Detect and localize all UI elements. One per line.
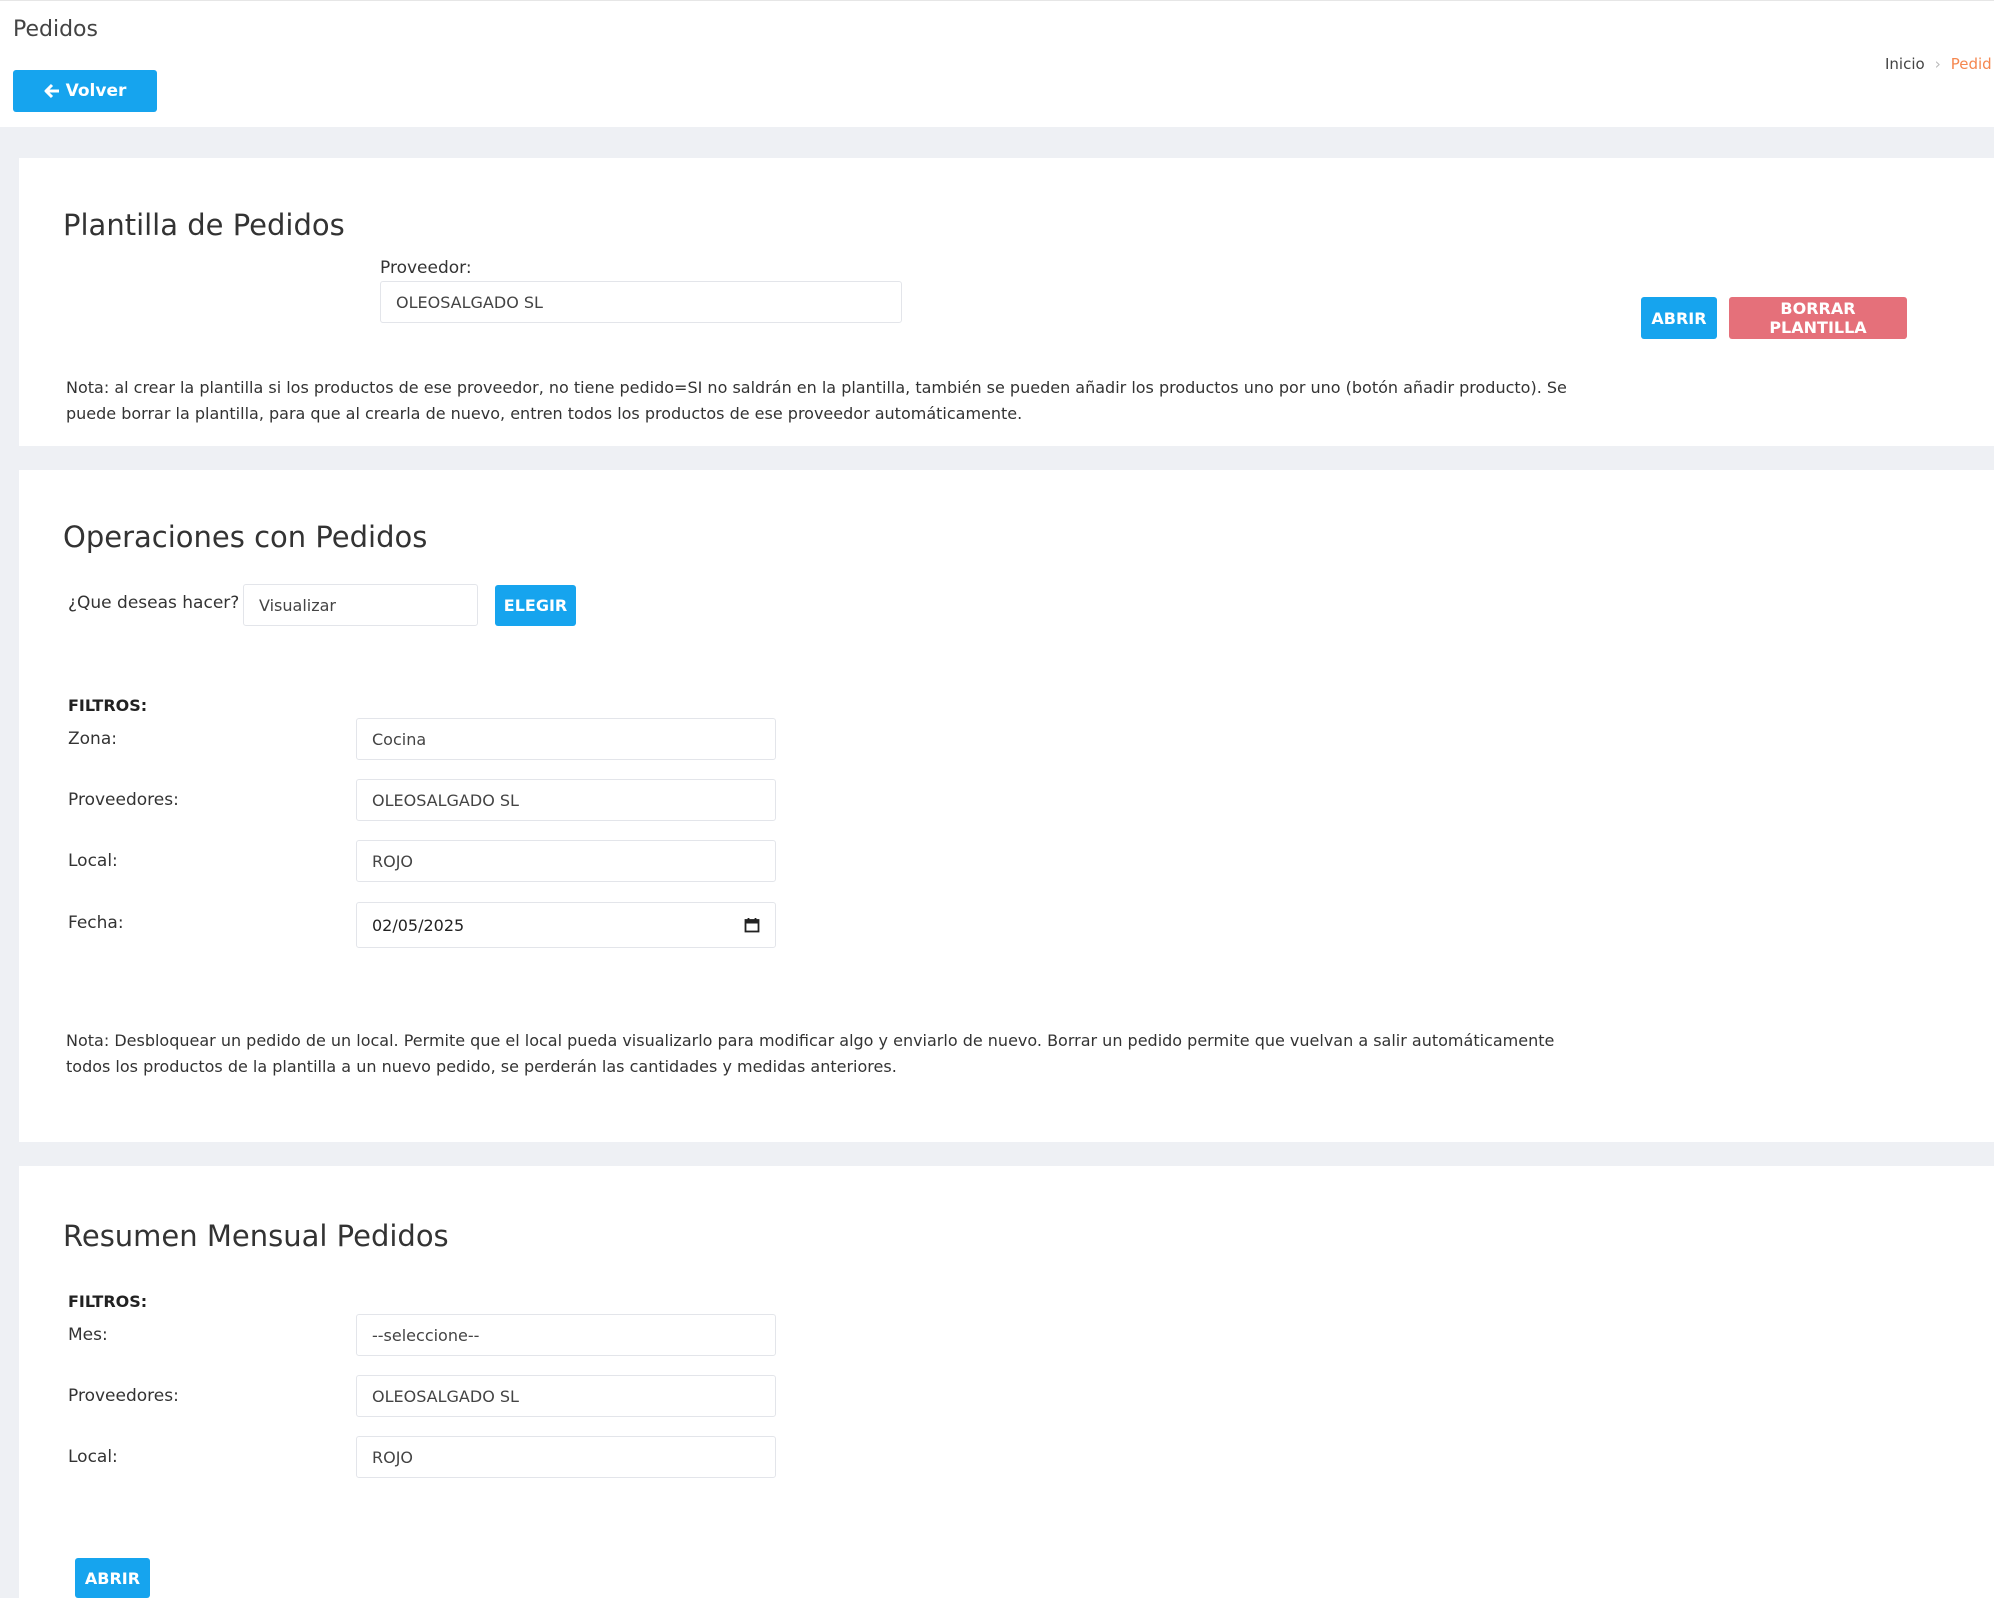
date-input-value: 02/05/2025 — [372, 915, 465, 935]
open-template-label: ABRIR — [1651, 308, 1707, 328]
open-monthly-summary-label: ABRIR — [84, 1568, 141, 1588]
template-note-line-1: Nota: al crear la plantilla si los produ… — [66, 378, 1567, 397]
date-label: Fecha: — [68, 913, 124, 933]
date-input[interactable]: 02/05/2025 — [356, 902, 776, 948]
page-header: Pedidos Volver Inicio › Pedid — [0, 0, 1994, 127]
page-title: Pedidos — [13, 17, 98, 42]
month-select[interactable]: --seleccione-- — [356, 1314, 776, 1356]
action-question-label: ¿Que deseas hacer? — [68, 593, 240, 613]
arrow-left-icon — [44, 83, 59, 99]
monthly-summary-card: Resumen Mensual Pedidos FILTROS: Mes: --… — [19, 1166, 1994, 1598]
choose-action-button[interactable]: ELEGIR — [495, 585, 576, 626]
local-label: Local: — [68, 851, 118, 871]
operations-note-line-2: todos los productos de la plantilla a un… — [66, 1057, 897, 1076]
breadcrumb: Inicio › Pedid — [1885, 55, 1992, 73]
filters-label: FILTROS: — [68, 696, 148, 715]
open-template-button[interactable]: ABRIR — [1641, 297, 1717, 339]
monthly-suppliers-select[interactable]: OLEOSALGADO SL — [356, 1375, 776, 1417]
back-button-label: Volver — [65, 81, 127, 101]
delete-template-button[interactable]: BORRAR PLANTILLA — [1729, 297, 1907, 339]
supplier-label: Proveedor: — [380, 258, 472, 278]
chevron-right-icon: › — [1934, 55, 1941, 73]
operations-title: Operaciones con Pedidos — [63, 520, 428, 554]
monthly-summary-title: Resumen Mensual Pedidos — [63, 1219, 449, 1253]
calendar-icon[interactable] — [744, 917, 760, 933]
monthly-local-label: Local: — [68, 1447, 118, 1467]
zone-label: Zona: — [68, 729, 117, 749]
choose-action-label: ELEGIR — [503, 596, 568, 615]
suppliers-select[interactable]: OLEOSALGADO SL — [356, 779, 776, 821]
template-card: Plantilla de Pedidos Proveedor: OLEOSALG… — [19, 158, 1994, 446]
supplier-select[interactable]: OLEOSALGADO SL — [380, 281, 902, 323]
supplier-select-value: OLEOSALGADO SL — [396, 292, 543, 312]
action-select-value: Visualizar — [259, 595, 336, 615]
suppliers-label: Proveedores: — [68, 790, 179, 810]
operations-note-line-1: Nota: Desbloquear un pedido de un local.… — [66, 1031, 1555, 1050]
zone-select[interactable]: Cocina — [356, 718, 776, 760]
open-monthly-summary-button[interactable]: ABRIR — [75, 1558, 150, 1598]
operations-note: Nota: Desbloquear un pedido de un local.… — [66, 1028, 1626, 1080]
operations-card: Operaciones con Pedidos ¿Que deseas hace… — [19, 470, 1994, 1142]
local-select-value: ROJO — [372, 851, 414, 871]
template-note-line-2: puede borrar la plantilla, para que al c… — [66, 404, 1023, 423]
month-select-value: --seleccione-- — [372, 1325, 480, 1345]
template-title: Plantilla de Pedidos — [63, 208, 345, 242]
month-label: Mes: — [68, 1325, 108, 1345]
template-note: Nota: al crear la plantilla si los produ… — [66, 375, 1626, 427]
monthly-local-select-value: ROJO — [372, 1447, 414, 1467]
monthly-suppliers-select-value: OLEOSALGADO SL — [372, 1386, 519, 1406]
suppliers-select-value: OLEOSALGADO SL — [372, 790, 519, 810]
back-button[interactable]: Volver — [13, 70, 157, 112]
local-select[interactable]: ROJO — [356, 840, 776, 882]
breadcrumb-home[interactable]: Inicio — [1885, 55, 1925, 73]
monthly-local-select[interactable]: ROJO — [356, 1436, 776, 1478]
breadcrumb-current: Pedid — [1950, 55, 1992, 73]
action-select[interactable]: Visualizar — [243, 584, 478, 626]
monthly-filters-label: FILTROS: — [68, 1292, 148, 1311]
delete-template-label: BORRAR PLANTILLA — [1769, 299, 1867, 337]
monthly-suppliers-label: Proveedores: — [68, 1386, 179, 1406]
zone-select-value: Cocina — [372, 729, 427, 749]
